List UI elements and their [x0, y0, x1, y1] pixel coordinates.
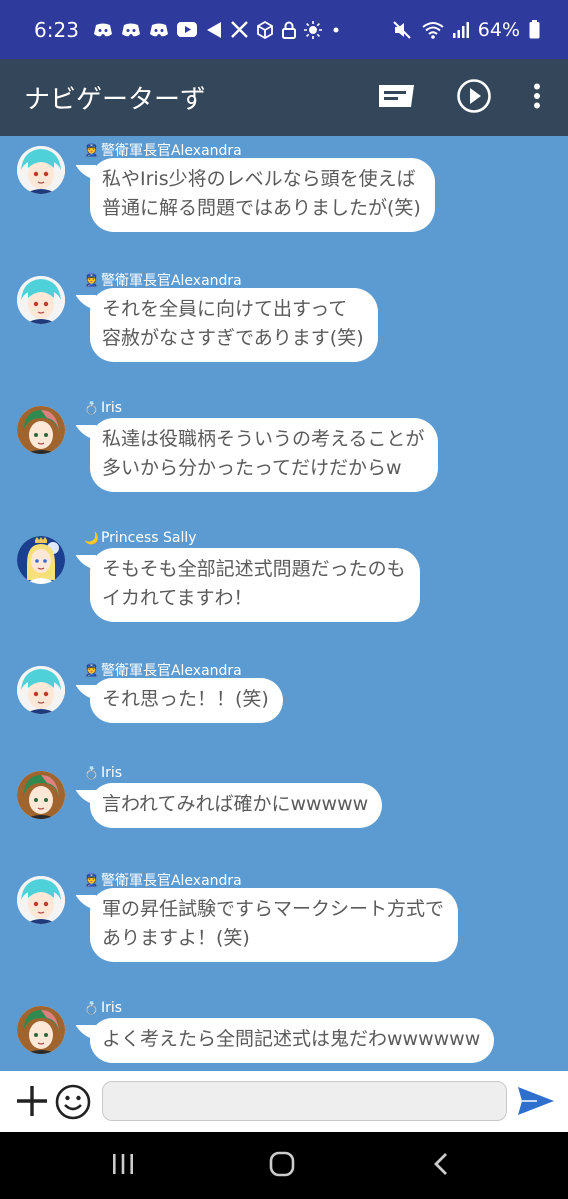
avatar-iris[interactable]	[17, 771, 65, 819]
send-button[interactable]	[517, 1085, 555, 1119]
youtube-icon	[176, 22, 197, 37]
recents-icon	[111, 1153, 135, 1179]
avatar-alexandra[interactable]	[17, 146, 65, 194]
emoji-button[interactable]	[55, 1084, 91, 1120]
recents-button[interactable]	[93, 1132, 153, 1199]
avatar-iris[interactable]	[17, 1006, 65, 1054]
message-line: 軍の昇任試験ですらマークシート方式で	[102, 898, 445, 920]
system-nav-bar	[0, 1132, 568, 1199]
message-line: 多いから分かったってだけだからw	[102, 457, 402, 479]
attach-button[interactable]	[15, 1084, 49, 1118]
status-time: 6:23	[34, 17, 79, 42]
message-line: 私達は役職柄そういうの考えることが	[102, 428, 425, 450]
dot-icon	[330, 24, 342, 36]
play-button[interactable]	[452, 59, 496, 136]
more-button[interactable]	[522, 59, 552, 136]
back-button[interactable]	[411, 1132, 471, 1199]
discord-icon	[149, 22, 169, 38]
message-line: よく考えたら全問記述式は鬼だわwwwwww	[102, 1028, 481, 1050]
ring-icon: 💍	[84, 766, 99, 780]
battery-icon	[529, 20, 540, 39]
app-bar: ナビゲーターず	[0, 59, 568, 136]
message-bubble[interactable]: 言われてみれば確かにwwwww	[90, 783, 383, 828]
play-icon	[456, 78, 492, 118]
message-line: それを全員に向けて出すって	[102, 298, 348, 320]
page-title: ナビゲーターず	[24, 85, 207, 115]
more-icon	[533, 83, 541, 113]
sender-name: 👮 警衛軍長官Alexandra	[84, 143, 242, 159]
officer-icon: 👮	[84, 663, 99, 677]
system-indicators: 64%	[393, 19, 540, 41]
ring-icon: 💍	[84, 401, 99, 415]
sender-name: 💍 Iris	[84, 765, 123, 781]
sender-name: 👮 警衛軍長官Alexandra	[84, 663, 242, 679]
message-item: 👮 警衛軍長官Alexandra それ思った！！(笑)	[0, 663, 568, 736]
discord-icon	[93, 22, 113, 38]
message-button[interactable]	[372, 59, 422, 136]
message-item: 👮 警衛軍長官Alexandra 軍の昇任試験ですらマークシート方式で ありますよ…	[0, 873, 568, 966]
officer-icon: 👮	[84, 273, 99, 287]
sender-name: 🌙 Princess Sally	[84, 530, 197, 546]
message-bubble[interactable]: よく考えたら全問記述式は鬼だわwwwwww	[90, 1018, 495, 1063]
emoji-icon	[55, 1084, 91, 1124]
message-item: 🌙 Princess Sally そもそも全部記述式問題だったのも イカれてますわ…	[0, 530, 568, 626]
message-line: イカれてますわ！	[102, 587, 253, 609]
officer-icon: 👮	[84, 873, 99, 887]
notification-icons	[93, 20, 342, 39]
message-line: 私やIris少将のレベルなら頭を使えば	[102, 168, 416, 190]
status-bar: 6:23 64%	[0, 0, 568, 59]
signal-icon	[452, 21, 469, 38]
battery-percent: 64%	[477, 18, 520, 41]
message-item: 💍 Iris 私達は役職柄そういうの考えることが 多いから分かったってだけだからw	[0, 400, 568, 496]
message-item: 💍 Iris よく考えたら全問記述式は鬼だわwwwwww	[0, 1000, 568, 1071]
sender-name: 👮 警衛軍長官Alexandra	[84, 873, 242, 889]
avatar-princess-sally[interactable]	[17, 536, 65, 584]
moon-icon: 🌙	[84, 531, 99, 545]
message-line: 普通に解る問題ではありましたが(笑)	[102, 197, 421, 219]
plus-icon	[15, 1086, 49, 1122]
sender-name: 👮 警衛軍長官Alexandra	[84, 273, 242, 289]
message-item: 👮 警衛軍長官Alexandra それを全員に向けて出すって 容赦がなさすぎであり…	[0, 273, 568, 366]
back-icon	[433, 1152, 449, 1180]
message-line: それ思った！！(笑)	[102, 688, 269, 710]
message-line: ありますよ！(笑)	[102, 927, 250, 949]
share-icon	[205, 21, 223, 39]
message-bubble[interactable]: それ思った！！(笑)	[90, 678, 283, 723]
sender-name: 💍 Iris	[84, 1000, 123, 1016]
avatar-alexandra[interactable]	[17, 276, 65, 324]
sender-name: 💍 Iris	[84, 400, 123, 416]
send-icon	[517, 1087, 555, 1121]
message-line: そもそも全部記述式問題だったのも	[102, 558, 406, 580]
message-bubble[interactable]: 軍の昇任試験ですらマークシート方式で ありますよ！(笑)	[90, 888, 459, 962]
avatar-alexandra[interactable]	[17, 876, 65, 924]
message-input-bar	[0, 1071, 568, 1132]
discord-icon	[121, 22, 141, 38]
message-line: 容赦がなさすぎであります(笑)	[102, 327, 364, 349]
cube-icon	[256, 20, 274, 39]
message-item: 👮 警衛軍長官Alexandra 私やIris少将のレベルなら頭を使えば 普通に解…	[0, 143, 568, 236]
mute-icon	[393, 20, 413, 39]
message-input[interactable]	[102, 1081, 507, 1121]
wifi-icon	[422, 21, 444, 39]
message-line: 言われてみれば確かにwwwww	[102, 793, 369, 815]
message-bubble[interactable]: それを全員に向けて出すって 容赦がなさすぎであります(笑)	[90, 288, 378, 362]
avatar-alexandra[interactable]	[17, 666, 65, 714]
message-bubble[interactable]: 私達は役職柄そういうの考えることが 多いから分かったってだけだからw	[90, 418, 439, 492]
lock-icon	[281, 21, 296, 39]
message-bubble[interactable]: 私やIris少将のレベルなら頭を使えば 普通に解る問題ではありましたが(笑)	[90, 158, 435, 232]
brightness-icon	[303, 20, 322, 39]
home-icon	[269, 1151, 295, 1181]
message-bubble[interactable]: そもそも全部記述式問題だったのも イカれてますわ！	[90, 548, 420, 622]
avatar-iris[interactable]	[17, 406, 65, 454]
message-icon	[378, 83, 416, 113]
chat-area[interactable]: 👮 警衛軍長官Alexandra 私やIris少将のレベルなら頭を使えば 普通に解…	[0, 136, 568, 1071]
home-button[interactable]	[252, 1132, 312, 1199]
x-icon	[231, 21, 248, 38]
message-item: 💍 Iris 言われてみれば確かにwwwww	[0, 765, 568, 841]
ring-icon: 💍	[84, 1001, 99, 1015]
officer-icon: 👮	[84, 143, 99, 157]
